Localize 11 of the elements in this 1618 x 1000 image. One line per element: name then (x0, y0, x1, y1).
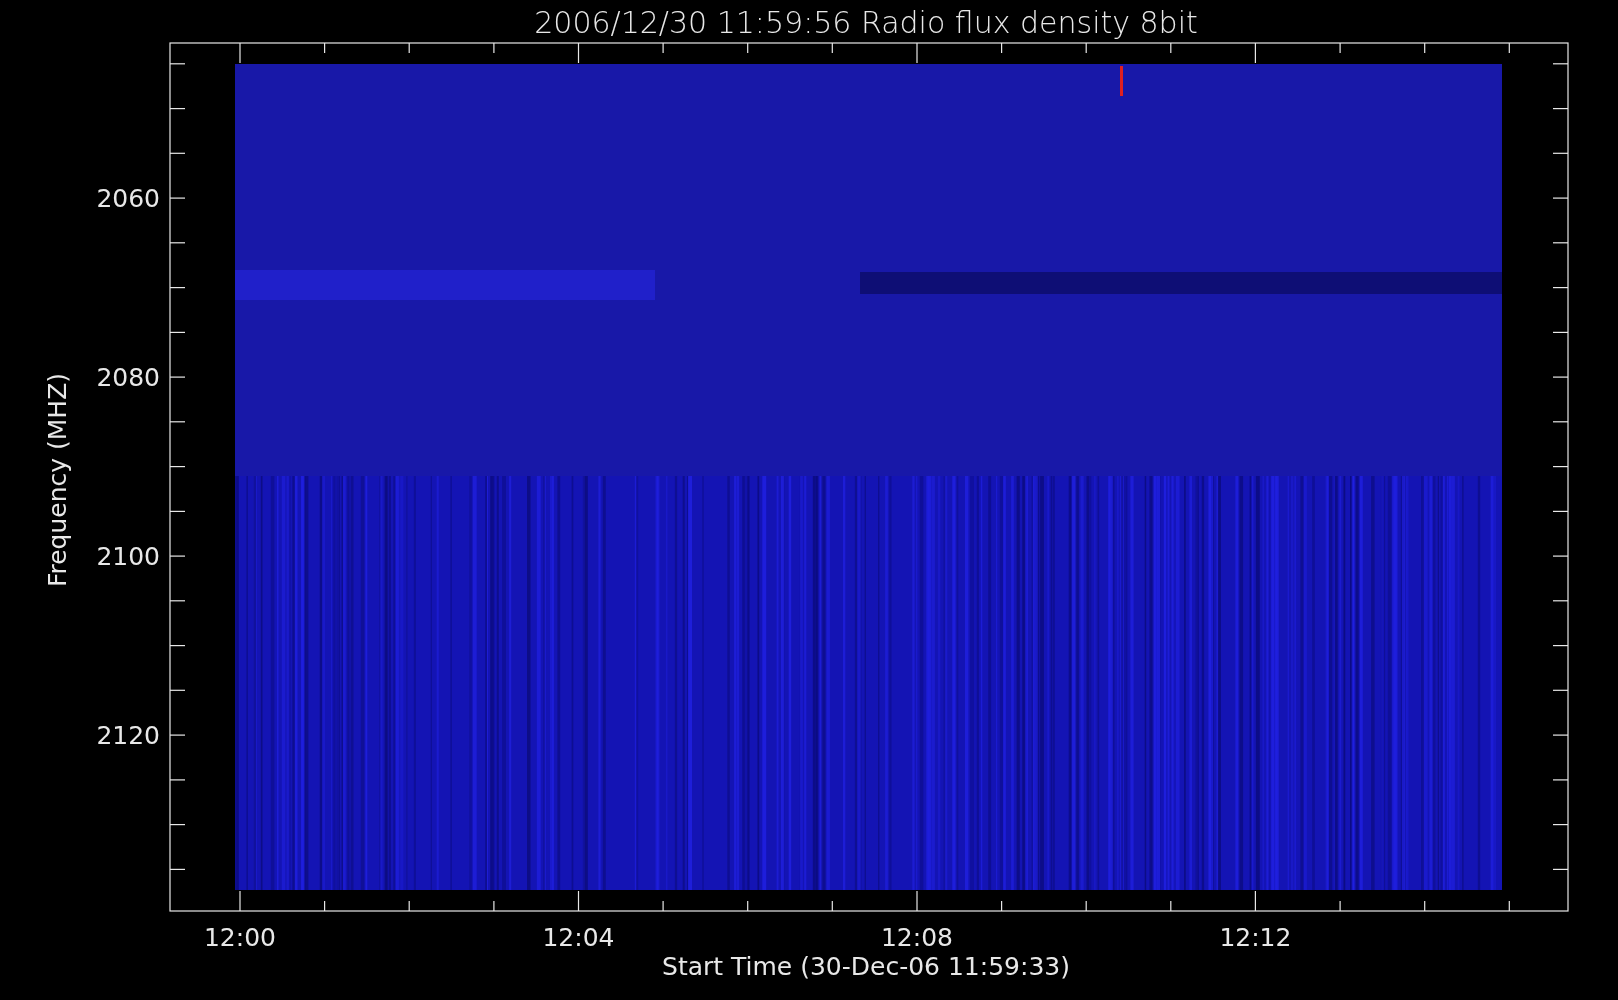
x-tick-label: 12:04 (542, 923, 615, 952)
x-tick-label: 12:08 (881, 923, 953, 952)
y-tick-label: 2080 (96, 363, 160, 393)
x-tick-label: 12:00 (204, 923, 276, 952)
y-axis-label: Frequency (MHZ) (43, 372, 72, 588)
y-tick-label: 2060 (96, 184, 160, 214)
x-axis-label: Start Time (30-Dec-06 11:59:33) (662, 952, 1070, 981)
x-tick-label: 12:12 (1219, 923, 1292, 952)
y-tick-label: 2120 (96, 721, 160, 751)
y-tick-label: 2100 (96, 542, 160, 572)
chart-title: 2006/12/30 11:59:56 Radio flux density 8bit (534, 5, 1198, 40)
